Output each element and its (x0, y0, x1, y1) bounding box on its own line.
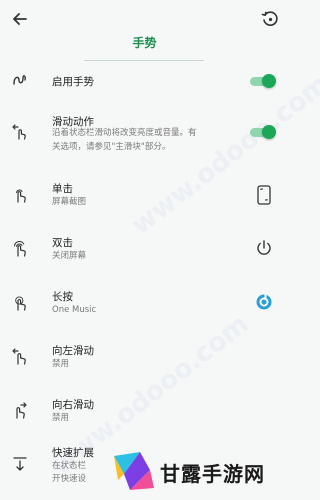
gesture-action-value: 在状态栏 (52, 461, 87, 471)
swipe-action-row[interactable]: 滑动动作 沿着状态栏滑动将改变亮度或音量。有 关选项，请参见"主滑块"部分。 (0, 110, 289, 160)
music-app-icon (256, 294, 272, 310)
gesture-action-value: 开快速设 (52, 474, 87, 484)
back-button[interactable] (10, 9, 30, 29)
enable-gestures-label: 启用手势 (52, 76, 94, 88)
double-tap-icon (14, 241, 26, 257)
gesture-action-value: 关闭屏幕 (52, 251, 87, 261)
squiggle-gesture-icon (13, 75, 26, 85)
gesture-title: 向左滑动 (52, 345, 94, 357)
gesture-action-value: 禁用 (52, 413, 70, 423)
tab-divider (84, 60, 204, 61)
gesture-title: 快速扩展 (52, 447, 94, 459)
tab-bar: 手势 (0, 30, 289, 64)
swipe-action-toggle[interactable] (250, 125, 276, 139)
gesture-title: 长按 (52, 291, 73, 303)
gesture-row-long-press[interactable]: 长按 One Music (0, 284, 289, 324)
swipe-action-description: 关选项，请参见"主滑块"部分。 (52, 142, 171, 152)
gesture-action-value: 屏幕截图 (52, 197, 87, 207)
screenshot-phone-icon (257, 185, 271, 205)
swipe-left-icon (12, 348, 26, 365)
site-logo: 甘露手游网 (110, 448, 288, 496)
gesture-title: 单击 (52, 183, 73, 195)
enable-gestures-toggle[interactable] (250, 74, 276, 88)
enable-gestures-row[interactable]: 启用手势 (0, 66, 289, 96)
gesture-action-value: One Music (52, 305, 97, 315)
logo-text: 甘露手游网 (160, 462, 265, 486)
gesture-row-swipe-right[interactable]: 向右滑动 禁用 (0, 392, 289, 432)
logo-mark-icon (114, 452, 154, 490)
tab-gestures[interactable]: 手势 (0, 34, 289, 51)
gesture-row-single-tap[interactable]: 单击 屏幕截图 (0, 176, 289, 216)
gesture-row-swipe-left[interactable]: 向左滑动 禁用 (0, 338, 289, 378)
swipe-action-description: 沿着状态栏滑动将改变亮度或音量。有 (52, 128, 197, 138)
arrow-left-icon (13, 13, 27, 25)
power-icon (257, 240, 271, 255)
restore-defaults-button[interactable] (260, 9, 280, 29)
swipe-left-gesture-icon (12, 124, 26, 140)
single-tap-icon (16, 189, 26, 203)
history-restore-icon (261, 11, 278, 26)
pull-down-icon (13, 457, 27, 471)
gesture-action-value: 禁用 (52, 359, 70, 369)
gesture-title: 双击 (52, 237, 73, 249)
gesture-row-double-tap[interactable]: 双击 关闭屏幕 (0, 230, 289, 270)
swipe-right-icon (16, 402, 27, 419)
gesture-title: 向右滑动 (52, 399, 94, 411)
long-press-icon (15, 296, 26, 311)
